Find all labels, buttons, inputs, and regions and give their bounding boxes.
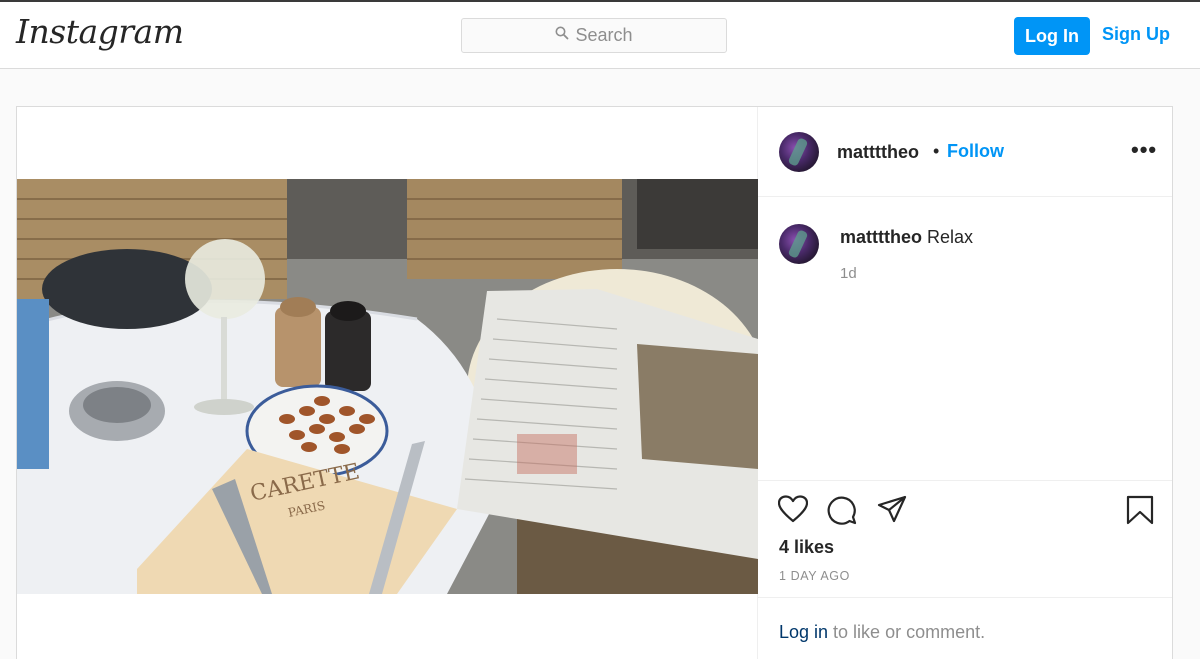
login-link[interactable]: Log in [779,622,828,642]
login-button[interactable]: Log In [1014,17,1090,55]
post-timestamp: 1 DAY AGO [779,569,850,583]
caption-time: 1d [840,265,857,282]
login-prompt-text: Log in to like or comment. [779,622,985,643]
post-author-username[interactable]: mattttheo [837,142,919,163]
search-placeholder: Search [575,25,633,45]
more-options-icon[interactable]: ••• [1131,137,1157,163]
login-prompt: Log in to like or comment. [758,597,1172,659]
signup-link[interactable]: Sign Up [1102,24,1170,45]
post-caption: mattttheo Relax [840,227,973,248]
login-prompt-suffix: to like or comment. [828,622,986,642]
avatar[interactable] [779,132,819,172]
comment-icon[interactable] [827,495,857,530]
top-navigation-bar: Instagram Search Log In Sign Up [0,0,1200,69]
post-media-area: CARETTE PARIS [17,107,758,659]
share-icon[interactable] [877,495,907,528]
post-header: mattttheo • Follow ••• [758,107,1172,197]
follow-button[interactable]: Follow [947,141,1004,162]
caption-avatar[interactable] [779,224,819,264]
instagram-logo[interactable]: Instagram [16,12,184,51]
search-icon [555,26,569,45]
bookmark-icon[interactable] [1126,495,1154,530]
post-photo[interactable]: CARETTE PARIS [17,179,758,594]
search-input[interactable]: Search [461,18,727,53]
caption-text: Relax [927,227,974,247]
post-actions: 4 likes 1 DAY AGO [758,480,1172,597]
post-card: CARETTE PARIS mattttheo • Follow ••• mat… [16,106,1173,659]
post-sidebar: mattttheo • Follow ••• mattttheo Relax 1… [758,107,1172,659]
separator-dot: • [933,141,940,161]
caption-username[interactable]: mattttheo [840,227,922,247]
likes-count[interactable]: 4 likes [779,537,834,558]
heart-icon[interactable] [777,495,809,528]
